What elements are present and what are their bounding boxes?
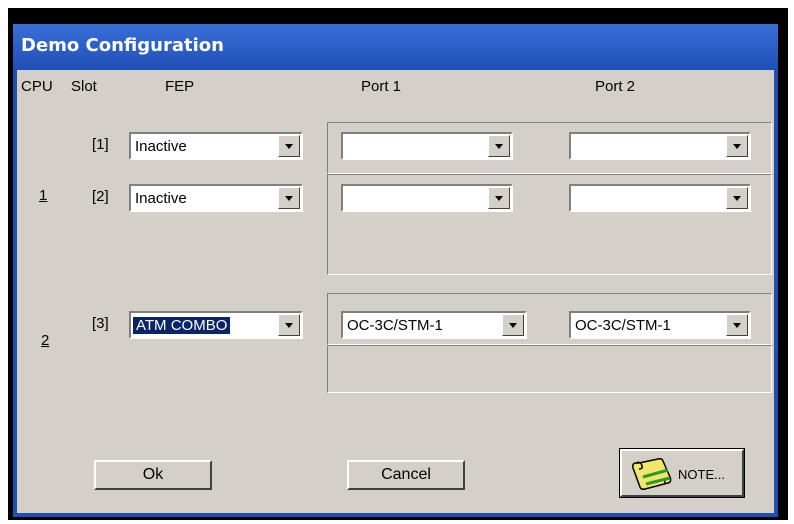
scroll-icon [630, 457, 674, 495]
ok-button[interactable]: Ok [94, 460, 212, 490]
slot-label-3: [3] [92, 315, 109, 332]
slot-label-1: [1] [92, 136, 109, 153]
slot2-port2-dropdown[interactable] [569, 184, 751, 212]
slot3-extra-group [327, 345, 772, 393]
slot3-fep-value: ATM COMBO [131, 316, 232, 335]
chevron-down-icon[interactable] [726, 314, 748, 336]
slot2-fep-dropdown[interactable]: Inactive [129, 184, 303, 212]
chevron-down-icon[interactable] [502, 314, 524, 336]
chevron-down-icon[interactable] [278, 187, 300, 209]
header-port2: Port 2 [595, 78, 636, 95]
slot3-port2-dropdown[interactable]: OC-3C/STM-1 [569, 311, 751, 339]
slot3-fep-dropdown[interactable]: ATM COMBO [129, 311, 303, 339]
cancel-button[interactable]: Cancel [347, 460, 465, 490]
slot1-port2-dropdown[interactable] [569, 132, 751, 160]
chevron-down-icon[interactable] [488, 135, 510, 157]
note-button[interactable]: NOTE... [619, 448, 745, 498]
note-label: NOTE... [678, 467, 725, 482]
slot1-fep-dropdown[interactable]: Inactive [129, 132, 303, 160]
header-port1: Port 1 [361, 78, 402, 95]
chevron-down-icon[interactable] [278, 135, 300, 157]
slot3-port1-value: OC-3C/STM-1 [347, 317, 443, 334]
header-fep: FEP [165, 78, 195, 95]
slot1-fep-value: Inactive [135, 138, 187, 155]
slot-label-2: [2] [92, 188, 109, 205]
chevron-down-icon[interactable] [488, 187, 510, 209]
cpu-label-1: 1 [39, 187, 48, 204]
dialog-window: Demo Configuration CPU Slot FEP Port 1 P… [13, 24, 778, 517]
window-title: Demo Configuration [21, 35, 224, 56]
dialog-client: CPU Slot FEP Port 1 Port 2 1 2 [1] Inact… [17, 70, 774, 513]
chevron-down-icon[interactable] [726, 135, 748, 157]
header-slot: Slot [71, 78, 97, 95]
slot2-fep-value: Inactive [135, 190, 187, 207]
slot1-port1-dropdown[interactable] [341, 132, 513, 160]
header-cpu: CPU [21, 78, 53, 95]
cpu-label-2: 2 [41, 332, 50, 349]
slot2-port1-dropdown[interactable] [341, 184, 513, 212]
slot3-port2-value: OC-3C/STM-1 [575, 317, 671, 334]
slot3-port1-dropdown[interactable]: OC-3C/STM-1 [341, 311, 527, 339]
chevron-down-icon[interactable] [278, 314, 300, 336]
title-bar[interactable]: Demo Configuration [13, 24, 778, 70]
chevron-down-icon[interactable] [726, 187, 748, 209]
